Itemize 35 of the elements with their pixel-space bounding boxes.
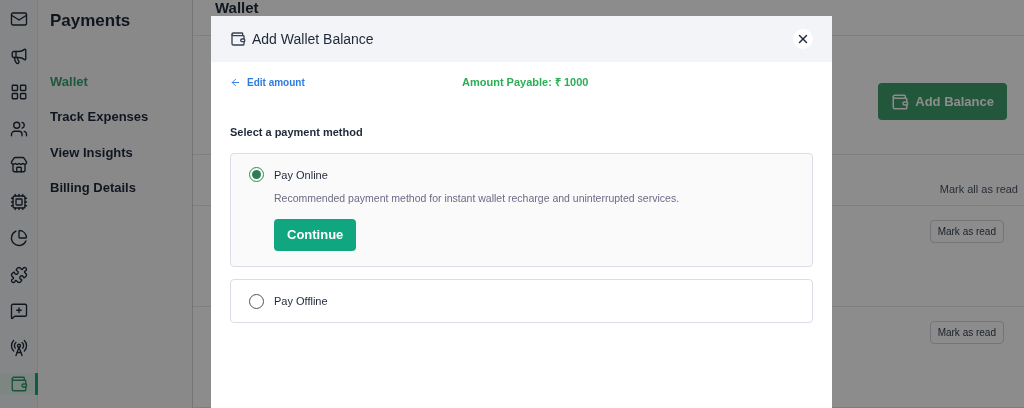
- message-plus-icon: [9, 302, 28, 320]
- mark-all-read-link[interactable]: Mark all as read: [939, 181, 1018, 198]
- wallet-icon: [9, 375, 28, 393]
- wallet-icon: [230, 31, 246, 47]
- chip-icon: [9, 192, 28, 211]
- store-icon: [9, 156, 28, 174]
- megaphone-icon: [9, 46, 28, 65]
- amount-payable: Amount Payable: ₹ 1000: [462, 74, 589, 90]
- continue-button[interactable]: Continue: [274, 218, 357, 251]
- sidebar-title: Payments: [50, 10, 132, 32]
- close-icon: [796, 32, 810, 46]
- edit-amount-link[interactable]: Edit amount: [230, 74, 305, 90]
- option-label: Pay Online: [274, 167, 328, 183]
- close-button[interactable]: [793, 29, 813, 49]
- back-arrow-icon: [230, 76, 241, 88]
- option-label: Pay Offline: [274, 293, 328, 309]
- section-title: Select a payment method: [229, 125, 364, 140]
- mark-as-read-button[interactable]: Mark as read: [929, 220, 1004, 244]
- users-icon: [9, 119, 28, 138]
- pie-chart-icon: [9, 229, 28, 247]
- mark-as-read-button[interactable]: Mark as read: [929, 321, 1004, 345]
- wallet-icon: [891, 92, 910, 111]
- option-description: Recommended payment method for instant wallet recharge and uninterrupted services.: [274, 191, 681, 206]
- sidebar-item[interactable]: View Insights: [50, 142, 180, 162]
- modal-title: Add Wallet Balance: [252, 29, 374, 49]
- mail-icon: [9, 10, 28, 28]
- sidebar-item[interactable]: Track Expenses: [50, 107, 180, 127]
- grid-icon: [9, 83, 28, 101]
- sidebar-item[interactable]: Billing Details: [50, 178, 180, 198]
- page-title: Wallet: [215, 0, 260, 15]
- add-balance-button[interactable]: Add Balance: [878, 83, 1007, 121]
- puzzle-icon: [9, 265, 28, 284]
- payment-option-card[interactable]: Pay Offline: [230, 278, 813, 324]
- payment-option-card[interactable]: Pay Online Recommended payment method for instant wallet recharge and uninterrupted services. Continue: [230, 152, 813, 267]
- radio-tower-icon: [9, 338, 28, 357]
